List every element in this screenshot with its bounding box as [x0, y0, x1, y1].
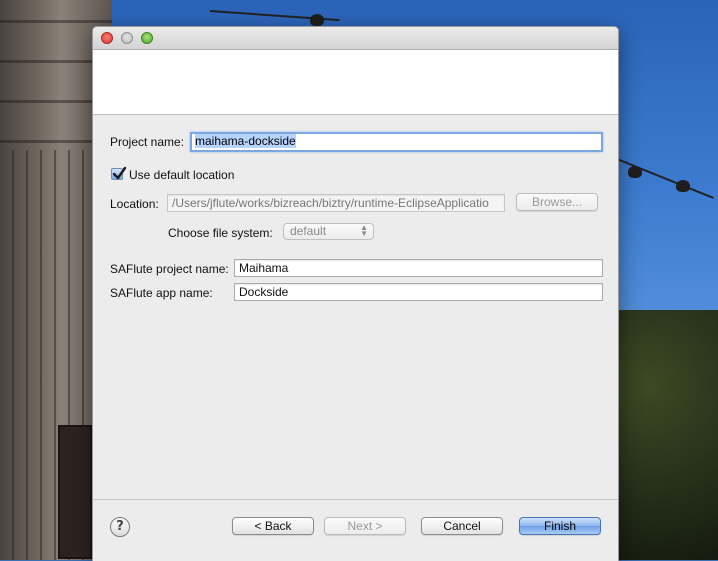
- cancel-button[interactable]: Cancel: [421, 517, 503, 535]
- saflute-project-name-input[interactable]: Maihama: [234, 259, 603, 277]
- wizard-banner: [93, 50, 618, 115]
- light-bulb: [676, 180, 690, 192]
- browse-button[interactable]: Browse...: [516, 193, 598, 211]
- project-name-label: Project name:: [110, 135, 185, 149]
- saflute-app-name-input[interactable]: Dockside: [234, 283, 603, 301]
- trees: [616, 310, 718, 560]
- saflute-app-name-label: SAFlute app name:: [110, 286, 213, 300]
- project-name-input[interactable]: maihama-dockside: [190, 132, 603, 152]
- timetable-sign: [58, 425, 92, 559]
- use-default-location-checkbox[interactable]: [111, 166, 127, 180]
- file-system-label: Choose file system:: [168, 226, 273, 240]
- browse-label: Browse...: [531, 195, 582, 209]
- file-system-dropdown[interactable]: default ▲ ▼: [283, 223, 374, 240]
- back-button[interactable]: < Back: [232, 517, 314, 535]
- location-label: Location:: [110, 197, 159, 211]
- location-input[interactable]: /Users/jflute/works/bizreach/biztry/runt…: [167, 194, 505, 212]
- question-mark-circle-icon: ?: [116, 519, 124, 534]
- zoom-window-button[interactable]: [141, 32, 153, 44]
- finish-button[interactable]: Finish: [519, 517, 601, 535]
- file-system-value: default: [290, 224, 327, 238]
- new-project-wizard-dialog: Project name: maihama-dockside Use defau…: [92, 26, 619, 561]
- use-default-location-label: Use default location: [129, 168, 235, 182]
- next-button[interactable]: Next >: [324, 517, 406, 535]
- light-bulb: [310, 14, 324, 26]
- close-window-button[interactable]: [101, 32, 113, 44]
- saflute-project-name-label: SAFlute project name:: [110, 262, 229, 276]
- checkmark-icon: [112, 166, 127, 180]
- button-bar-separator: [93, 499, 618, 500]
- project-name-value: maihama-dockside: [195, 134, 296, 148]
- title-bar: [93, 27, 618, 50]
- up-down-arrows-icon: ▲ ▼: [360, 223, 368, 238]
- minimize-window-button[interactable]: [121, 32, 133, 44]
- light-bulb: [628, 166, 642, 178]
- help-button[interactable]: ?: [110, 517, 130, 537]
